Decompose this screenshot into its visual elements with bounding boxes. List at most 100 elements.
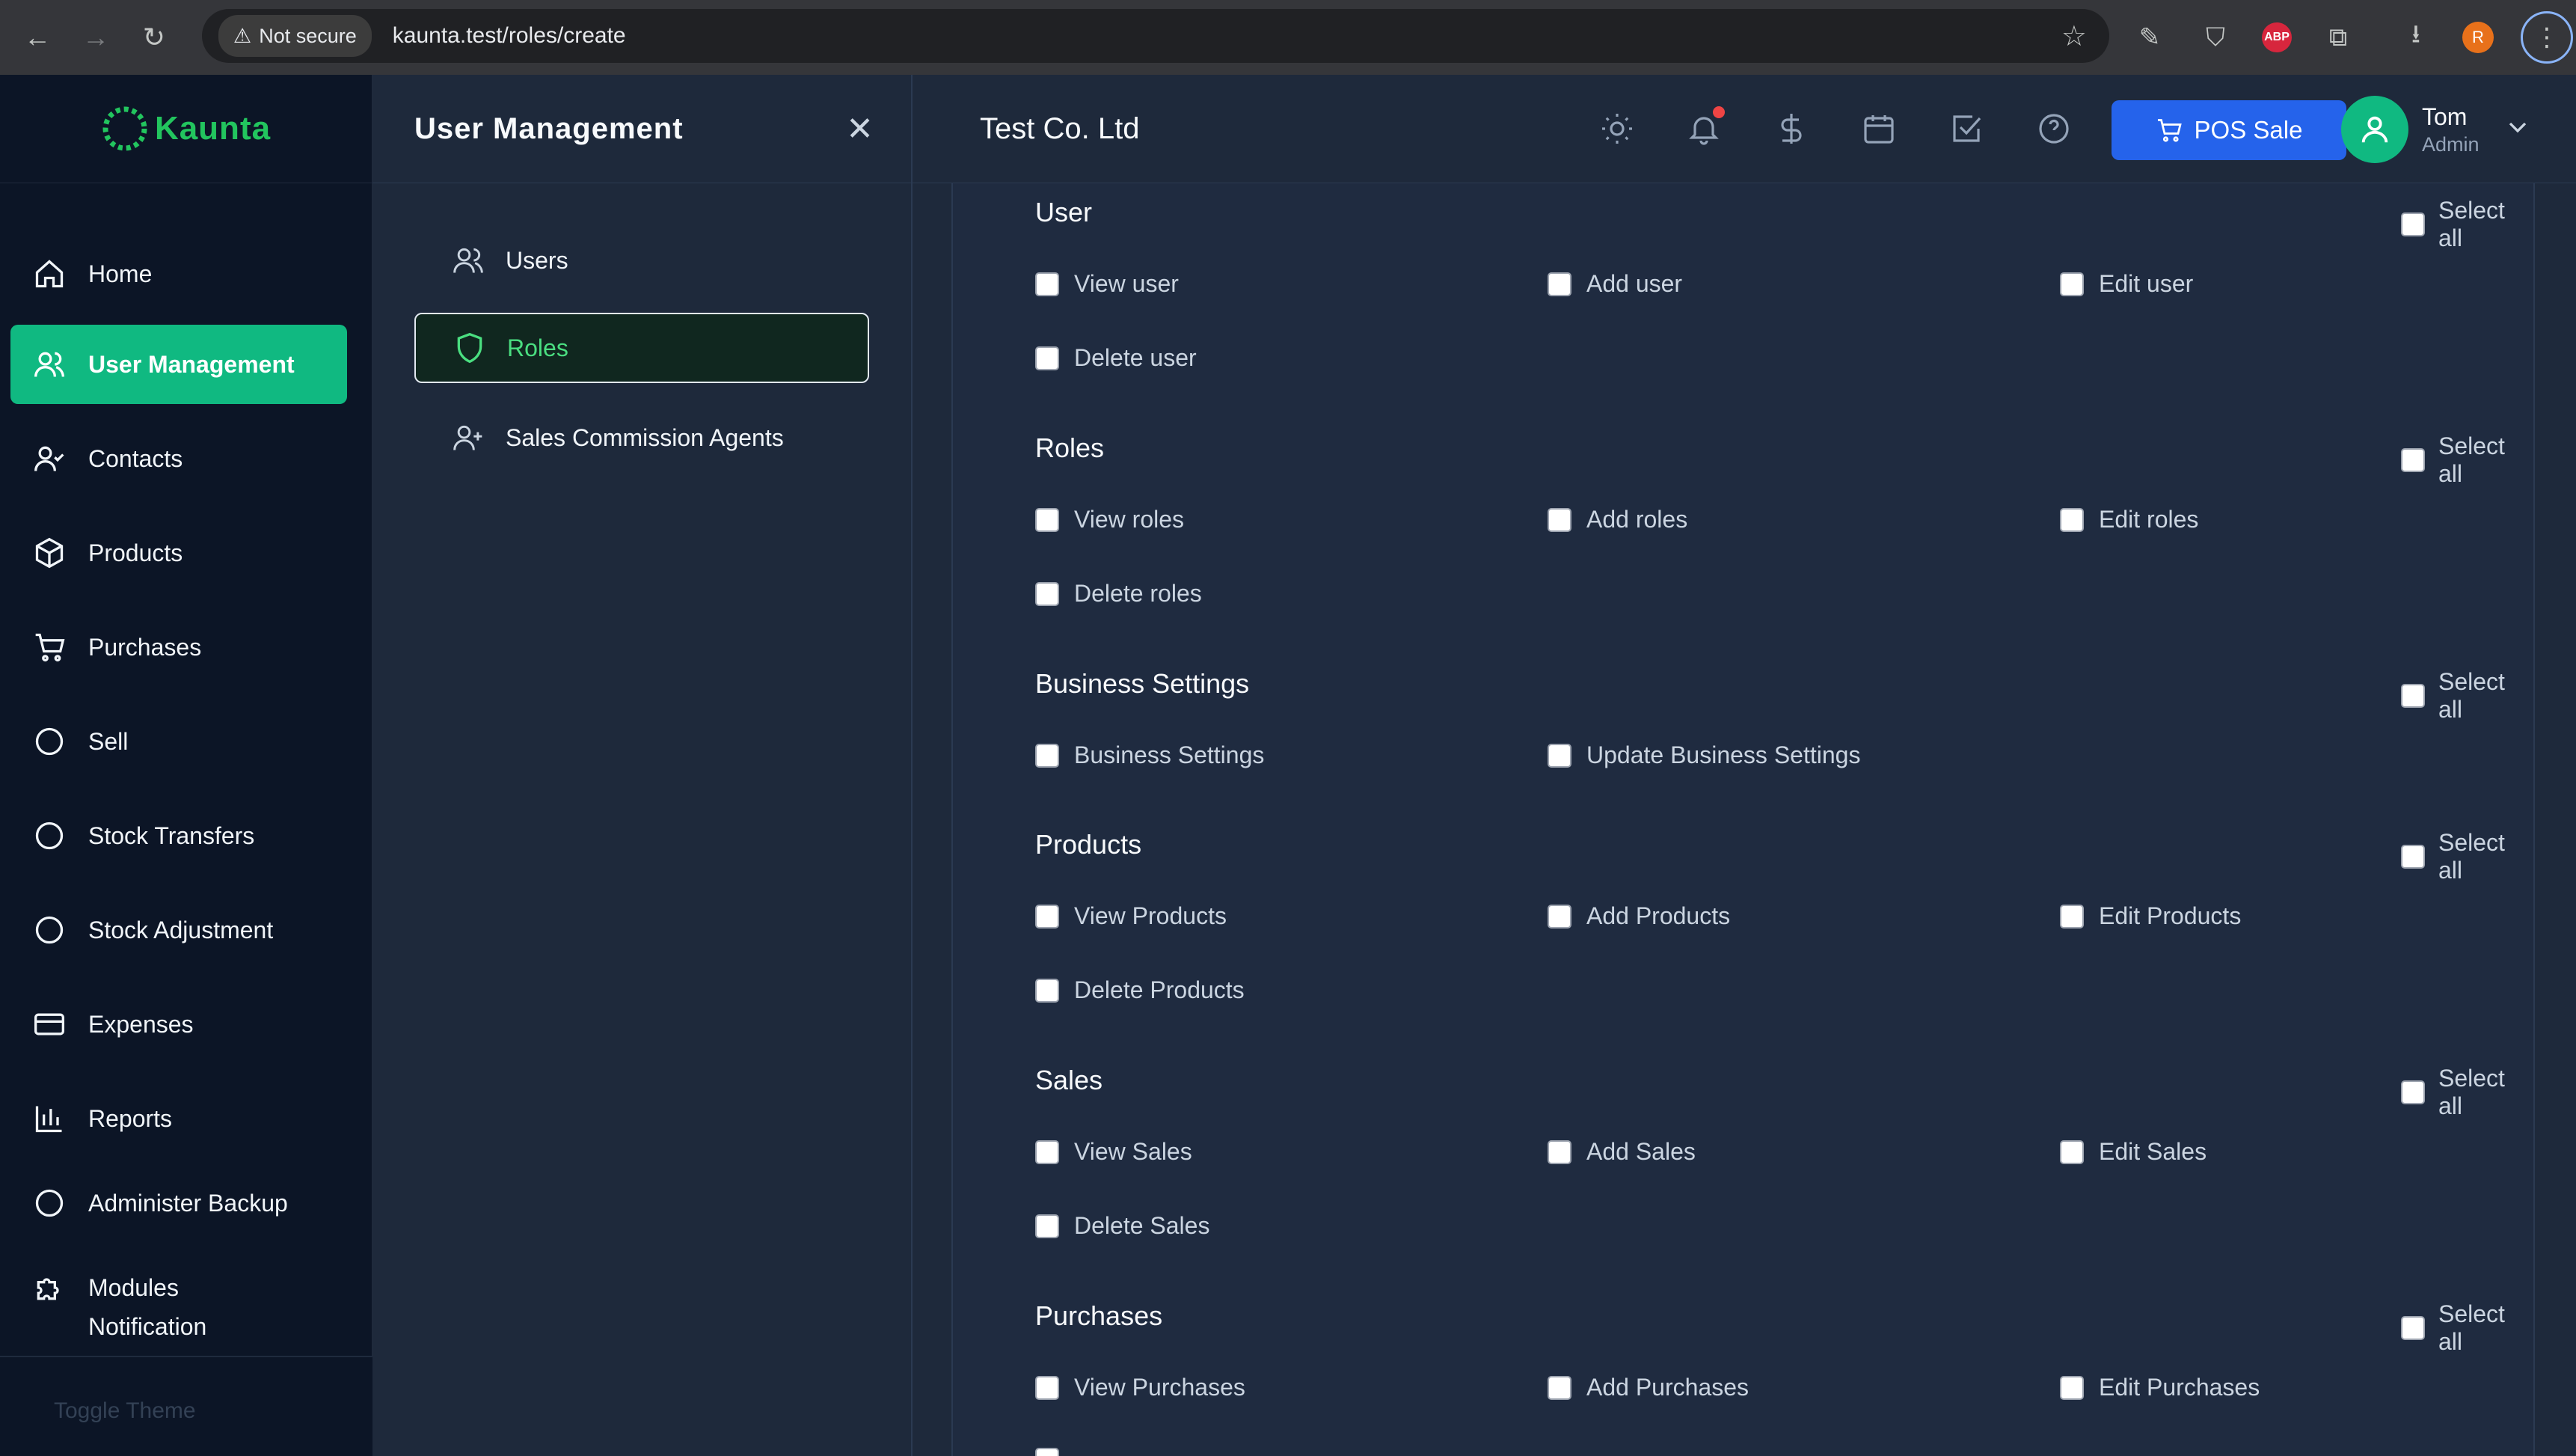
checkbox[interactable] <box>1035 507 1059 532</box>
checkbox[interactable] <box>1035 346 1059 370</box>
checkbox[interactable] <box>1035 581 1059 606</box>
permission-checkbox[interactable]: Delete Sales <box>1035 1212 1209 1240</box>
select-all-checkbox[interactable]: Select all <box>2401 829 2533 884</box>
calendar-icon[interactable] <box>1861 111 1897 147</box>
adblock-icon[interactable]: ABP <box>2262 22 2292 52</box>
submenu-item-users[interactable]: Users <box>414 225 869 296</box>
checkbox[interactable] <box>2060 272 2084 296</box>
sidebar-item-home[interactable]: Home <box>10 234 347 313</box>
sidebar-item-stock-adjustment[interactable]: Stock Adjustment <box>10 890 347 970</box>
permission-checkbox[interactable]: Business Settings <box>1035 741 1264 769</box>
browser-menu-icon[interactable]: ⋮ <box>2521 11 2573 64</box>
permission-checkbox[interactable]: Add roles <box>1548 506 1687 533</box>
select-all-checkbox[interactable]: Select all <box>2401 197 2533 252</box>
security-chip[interactable]: ⚠ Not secure <box>218 15 372 57</box>
permission-checkbox[interactable]: Edit user <box>2060 270 2193 298</box>
back-icon[interactable]: ← <box>15 15 60 60</box>
select-all-label: Select all <box>2438 668 2505 723</box>
help-icon[interactable] <box>2036 111 2072 147</box>
permission-checkbox[interactable]: View user <box>1035 270 1179 298</box>
close-icon[interactable]: ✕ <box>846 110 874 148</box>
pos-sale-button[interactable]: POS Sale <box>2112 100 2346 160</box>
checkbox[interactable] <box>2060 904 2084 929</box>
sidebar-item-reports[interactable]: Reports <box>10 1079 347 1158</box>
checkbox[interactable] <box>2060 1375 2084 1400</box>
permission-checkbox[interactable]: Add Products <box>1548 902 1730 930</box>
permission-checkbox[interactable]: Edit Sales <box>2060 1138 2207 1166</box>
sidebar-item-stock-transfers[interactable]: Stock Transfers <box>10 796 347 875</box>
sidebar-item-products[interactable]: Products <box>10 513 347 593</box>
logo[interactable]: Kaunta <box>0 75 372 183</box>
permission-checkbox[interactable]: Update Business Settings <box>1548 741 1860 769</box>
select-all-checkbox[interactable]: Select all <box>2401 1065 2533 1120</box>
checkbox[interactable] <box>1035 1214 1059 1238</box>
sidebar-item-purchases[interactable]: Purchases <box>10 608 347 687</box>
checkbox[interactable] <box>1035 743 1059 768</box>
permission-checkbox[interactable]: View Sales <box>1035 1138 1192 1166</box>
sidebar-item-label: Expenses <box>88 1010 194 1038</box>
checkbox[interactable] <box>2401 212 2425 236</box>
bookmark-star-icon[interactable]: ☆ <box>2061 19 2087 53</box>
permission-checkbox[interactable]: View Purchases <box>1035 1374 1245 1401</box>
reload-icon[interactable]: ↻ <box>132 15 177 60</box>
permission-checkbox[interactable]: Add Sales <box>1548 1138 1696 1166</box>
shield-extension-icon[interactable]: ⛉ <box>2196 18 2235 57</box>
chevron-down-icon[interactable] <box>2503 112 2533 142</box>
submenu-item-roles[interactable]: Roles <box>414 313 869 383</box>
permission-checkbox[interactable]: Add user <box>1548 270 1682 298</box>
select-all-checkbox[interactable]: Select all <box>2401 1300 2533 1356</box>
checkbox[interactable] <box>1035 1375 1059 1400</box>
permission-checkbox[interactable]: Edit Purchases <box>2060 1374 2260 1401</box>
toggle-theme-button[interactable]: Toggle Theme <box>54 1398 196 1424</box>
address-bar[interactable]: ⚠ Not secure kaunta.test/roles/create ☆ <box>202 9 2109 63</box>
permission-checkbox[interactable]: Delete Products <box>1035 976 1245 1004</box>
sidebar-item-notification[interactable]: Notification <box>10 1313 347 1358</box>
permission-checkbox[interactable]: Delete user <box>1035 344 1197 372</box>
checkbox[interactable] <box>1035 1448 1059 1456</box>
checkbox[interactable] <box>2401 684 2425 708</box>
avatar[interactable] <box>2341 96 2408 163</box>
checkbox[interactable] <box>2401 845 2425 869</box>
sidebar-item-administer-backup[interactable]: Administer Backup <box>10 1163 347 1243</box>
sidebar-item-expenses[interactable]: Expenses <box>10 985 347 1064</box>
permission-checkbox[interactable]: Edit Products <box>2060 902 2241 930</box>
sun-icon[interactable] <box>1599 111 1635 147</box>
checkbox[interactable] <box>1548 743 1571 768</box>
checkbox[interactable] <box>2401 1316 2425 1340</box>
checkbox[interactable] <box>1035 904 1059 929</box>
download-icon[interactable]: ⭳ <box>2396 18 2435 57</box>
checkbox[interactable] <box>1548 1140 1571 1164</box>
permission-checkbox[interactable]: View roles <box>1035 506 1184 533</box>
sidebar-item-sell[interactable]: Sell <box>10 702 347 781</box>
permission-checkbox[interactable]: Add Purchases <box>1548 1374 1749 1401</box>
user-name[interactable]: Tom <box>2422 103 2467 131</box>
checkbox[interactable] <box>1548 507 1571 532</box>
permission-checkbox[interactable]: Edit roles <box>2060 506 2198 533</box>
permission-checkbox[interactable]: View Products <box>1035 902 1227 930</box>
checkbox[interactable] <box>2060 507 2084 532</box>
checkbox[interactable] <box>1548 272 1571 296</box>
checkbox[interactable] <box>1035 1140 1059 1164</box>
select-all-checkbox[interactable]: Select all <box>2401 432 2533 488</box>
extensions-puzzle-icon[interactable]: ⧉ <box>2319 18 2358 57</box>
profile-avatar[interactable]: R <box>2462 22 2494 53</box>
dollar-icon[interactable] <box>1773 111 1809 147</box>
checkbox[interactable] <box>2401 1080 2425 1104</box>
url-text[interactable]: kaunta.test/roles/create <box>393 23 626 49</box>
checkbox[interactable] <box>1035 978 1059 1003</box>
permission-checkbox[interactable]: Delete roles <box>1035 580 1202 608</box>
forward-icon[interactable]: → <box>73 15 118 60</box>
eyedropper-icon[interactable]: ✎ <box>2130 18 2169 57</box>
checkbox[interactable] <box>2401 448 2425 472</box>
submenu-item-sales-commission-agents[interactable]: Sales Commission Agents <box>414 403 869 473</box>
sidebar-item-user-management[interactable]: User Management <box>10 325 347 404</box>
checkbox-icon[interactable] <box>1948 111 1984 147</box>
sidebar-item-contacts[interactable]: Contacts <box>10 419 347 498</box>
sidebar-item-label: Stock Transfers <box>88 822 255 849</box>
checkbox[interactable] <box>1035 272 1059 296</box>
checkbox[interactable] <box>1548 904 1571 929</box>
checkbox[interactable] <box>2060 1140 2084 1164</box>
select-all-checkbox[interactable]: Select all <box>2401 668 2533 724</box>
bar-chart-icon <box>35 1106 62 1133</box>
checkbox[interactable] <box>1548 1375 1571 1400</box>
